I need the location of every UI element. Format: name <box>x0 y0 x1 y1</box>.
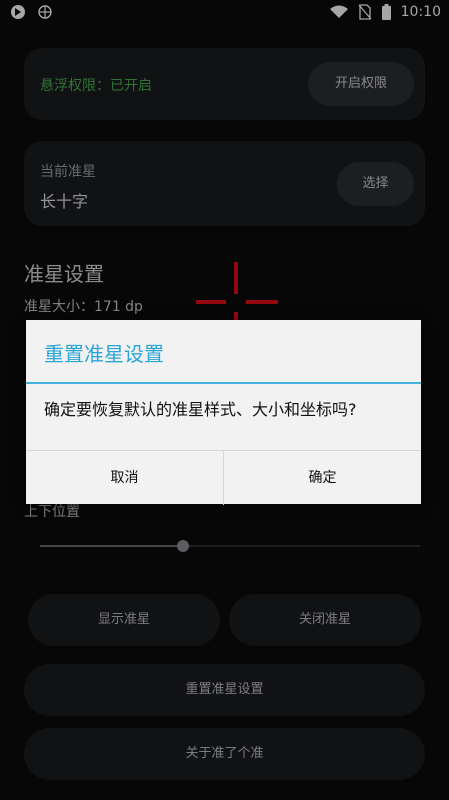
dialog-divider <box>26 382 421 384</box>
cancel-button[interactable]: 取消 <box>26 451 223 505</box>
dialog-title: 重置准星设置 <box>44 342 164 366</box>
reset-confirm-dialog: 重置准星设置 确定要恢复默认的准星样式、大小和坐标吗? 取消 确定 <box>26 320 421 505</box>
dialog-message: 确定要恢复默认的准星样式、大小和坐标吗? <box>44 400 357 419</box>
dialog-button-row: 取消 确定 <box>26 450 421 505</box>
confirm-button[interactable]: 确定 <box>223 451 421 505</box>
